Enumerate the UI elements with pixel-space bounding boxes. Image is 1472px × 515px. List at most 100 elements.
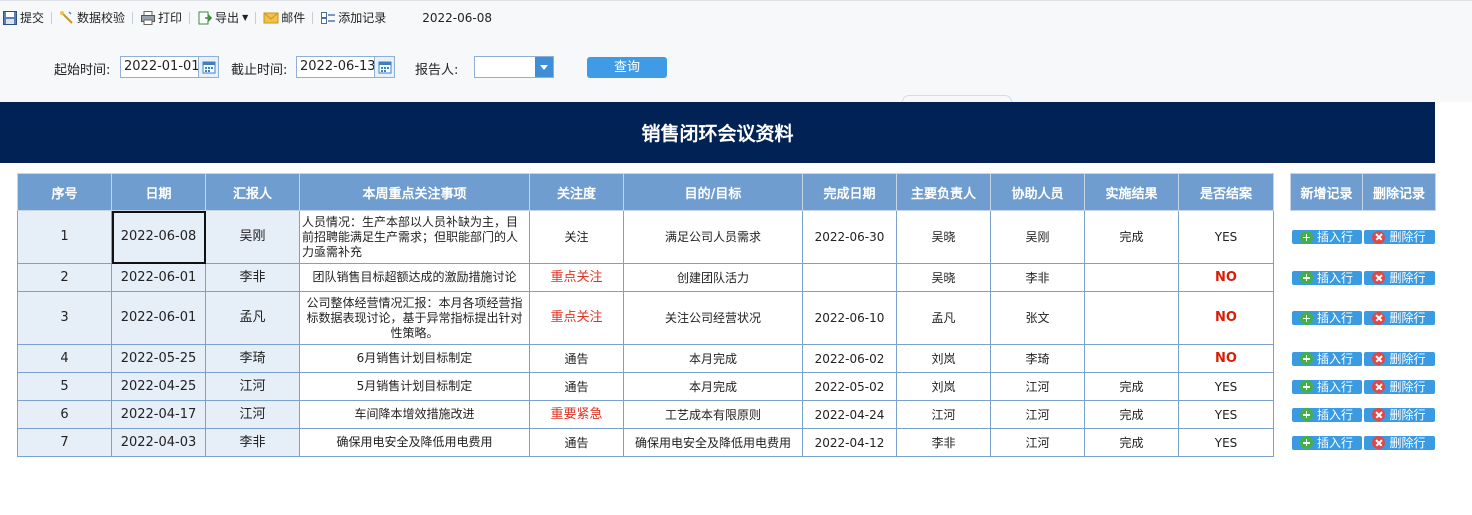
cell-date[interactable]: 2022-06-08	[111, 210, 206, 264]
cell-assist[interactable]: 李琦	[990, 344, 1085, 373]
cell-done-date[interactable]: 2022-06-30	[802, 210, 897, 264]
cell-goal[interactable]: 确保用电安全及降低用电费用	[623, 428, 803, 457]
cell-goal[interactable]: 关注公司经营状况	[623, 291, 803, 345]
cell-issue[interactable]: 公司整体经营情况汇报：本月各项经营指标数据表现讨论，基于异常指标提出针对性策略。	[299, 291, 530, 345]
calendar-icon[interactable]	[198, 57, 218, 77]
collapse-tab[interactable]	[902, 95, 1012, 102]
end-date-input[interactable]: 2022-06-13	[296, 56, 395, 78]
cell-date[interactable]: 2022-04-17	[111, 400, 206, 429]
cell-done-date[interactable]: 2022-05-02	[802, 372, 897, 401]
insert-row-button[interactable]: 插入行	[1291, 435, 1362, 450]
validate-button[interactable]: 数据校验	[57, 1, 127, 35]
cell-closed[interactable]: YES	[1178, 400, 1274, 429]
add-record-button[interactable]: 添加记录	[318, 1, 388, 35]
cell-result[interactable]: 完成	[1084, 372, 1179, 401]
delete-row-button[interactable]: 删除行	[1363, 311, 1435, 325]
cell-assist[interactable]: 江河	[990, 372, 1085, 401]
cell-no[interactable]: 5	[17, 372, 112, 401]
search-button[interactable]: 查询	[587, 57, 667, 78]
cell-result[interactable]	[1084, 291, 1179, 345]
cell-goal[interactable]: 工艺成本有限原则	[623, 400, 803, 429]
cell-reporter[interactable]: 吴刚	[205, 210, 300, 264]
cell-reporter[interactable]: 李非	[205, 263, 300, 292]
cell-assist[interactable]: 江河	[990, 400, 1085, 429]
cell-no[interactable]: 4	[17, 344, 112, 373]
insert-row-button[interactable]: 插入行	[1291, 270, 1362, 285]
submit-button[interactable]: 提交	[0, 1, 46, 35]
cell-reporter[interactable]: 李非	[205, 428, 300, 457]
cell-date[interactable]: 2022-06-01	[111, 263, 206, 292]
cell-no[interactable]: 6	[17, 400, 112, 429]
start-date-input[interactable]: 2022-01-01	[120, 56, 219, 78]
cell-attention[interactable]: 通告	[529, 428, 624, 457]
insert-row-button[interactable]: 插入行	[1291, 311, 1362, 325]
cell-owner[interactable]: 刘岚	[896, 372, 991, 401]
delete-row-button[interactable]: 删除行	[1363, 407, 1435, 422]
cell-closed[interactable]: NO	[1178, 291, 1274, 345]
reporter-select[interactable]	[474, 56, 554, 78]
cell-no[interactable]: 2	[17, 263, 112, 292]
cell-owner[interactable]: 李非	[896, 428, 991, 457]
cell-attention[interactable]: 关注	[529, 210, 624, 264]
cell-reporter[interactable]: 江河	[205, 372, 300, 401]
mail-button[interactable]: 邮件	[261, 1, 307, 35]
cell-attention[interactable]: 重点关注	[529, 291, 624, 345]
cell-result[interactable]: 完成	[1084, 400, 1179, 429]
cell-result[interactable]	[1084, 344, 1179, 373]
cell-goal[interactable]: 创建团队活力	[623, 263, 803, 292]
cell-owner[interactable]: 吴晓	[896, 263, 991, 292]
cell-owner[interactable]: 吴晓	[896, 210, 991, 264]
insert-row-button[interactable]: 插入行	[1291, 351, 1362, 366]
insert-row-button[interactable]: 插入行	[1291, 407, 1362, 422]
cell-owner[interactable]: 孟凡	[896, 291, 991, 345]
cell-issue[interactable]: 车间降本增效措施改进	[299, 400, 530, 429]
cell-goal[interactable]: 满足公司人员需求	[623, 210, 803, 264]
cell-no[interactable]: 1	[17, 210, 112, 264]
cell-issue[interactable]: 6月销售计划目标制定	[299, 344, 530, 373]
cell-issue[interactable]: 人员情况：生产本部以人员补缺为主，目前招聘能满足生产需求；但职能部门的人力亟需补…	[299, 210, 530, 264]
cell-assist[interactable]: 江河	[990, 428, 1085, 457]
cell-done-date[interactable]	[802, 263, 897, 292]
cell-done-date[interactable]: 2022-04-24	[802, 400, 897, 429]
cell-assist[interactable]: 李非	[990, 263, 1085, 292]
cell-no[interactable]: 7	[17, 428, 112, 457]
cell-attention[interactable]: 重点关注	[529, 263, 624, 292]
cell-done-date[interactable]: 2022-06-02	[802, 344, 897, 373]
cell-closed[interactable]: NO	[1178, 344, 1274, 373]
calendar-icon[interactable]	[374, 57, 394, 77]
delete-row-button[interactable]: 删除行	[1363, 270, 1435, 285]
chevron-down-icon[interactable]	[535, 57, 553, 77]
insert-row-button[interactable]: 插入行	[1291, 379, 1362, 394]
cell-no[interactable]: 3	[17, 291, 112, 345]
cell-assist[interactable]: 张文	[990, 291, 1085, 345]
cell-done-date[interactable]: 2022-06-10	[802, 291, 897, 345]
cell-goal[interactable]: 本月完成	[623, 372, 803, 401]
cell-issue[interactable]: 确保用电安全及降低用电费用	[299, 428, 530, 457]
cell-goal[interactable]: 本月完成	[623, 344, 803, 373]
cell-attention[interactable]: 通告	[529, 344, 624, 373]
cell-closed[interactable]: YES	[1178, 372, 1274, 401]
delete-row-button[interactable]: 删除行	[1363, 379, 1435, 394]
delete-row-button[interactable]: 删除行	[1363, 435, 1435, 450]
cell-issue[interactable]: 5月销售计划目标制定	[299, 372, 530, 401]
cell-reporter[interactable]: 孟凡	[205, 291, 300, 345]
cell-assist[interactable]: 吴刚	[990, 210, 1085, 264]
cell-reporter[interactable]: 江河	[205, 400, 300, 429]
cell-closed[interactable]: YES	[1178, 210, 1274, 264]
print-button[interactable]: 打印	[138, 1, 184, 35]
cell-owner[interactable]: 刘岚	[896, 344, 991, 373]
cell-date[interactable]: 2022-05-25	[111, 344, 206, 373]
cell-result[interactable]	[1084, 263, 1179, 292]
delete-row-button[interactable]: 删除行	[1363, 230, 1435, 245]
cell-date[interactable]: 2022-06-01	[111, 291, 206, 345]
cell-result[interactable]: 完成	[1084, 210, 1179, 264]
cell-issue[interactable]: 团队销售目标超额达成的激励措施讨论	[299, 263, 530, 292]
cell-attention[interactable]: 重要紧急	[529, 400, 624, 429]
insert-row-button[interactable]: 插入行	[1291, 230, 1362, 245]
cell-result[interactable]: 完成	[1084, 428, 1179, 457]
cell-attention[interactable]: 通告	[529, 372, 624, 401]
cell-reporter[interactable]: 李琦	[205, 344, 300, 373]
cell-done-date[interactable]: 2022-04-12	[802, 428, 897, 457]
delete-row-button[interactable]: 删除行	[1363, 351, 1435, 366]
cell-date[interactable]: 2022-04-03	[111, 428, 206, 457]
